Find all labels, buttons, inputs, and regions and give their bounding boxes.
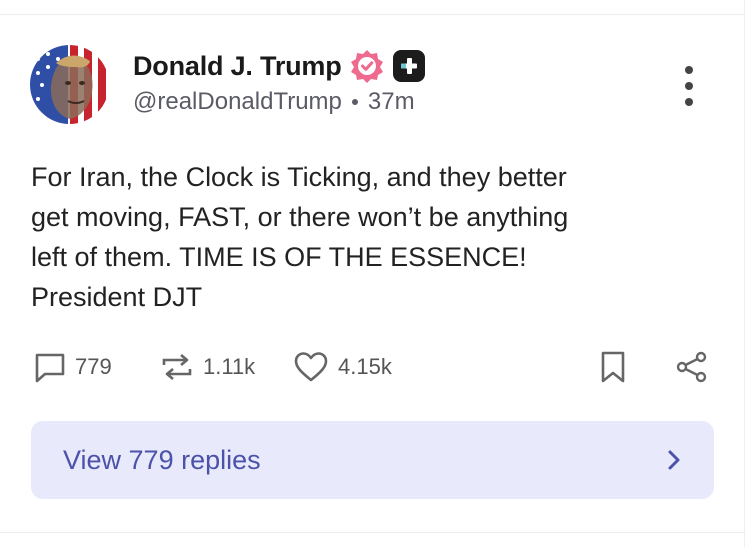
share-button[interactable] [675, 345, 709, 389]
author-name[interactable]: Donald J. Trump [133, 51, 342, 82]
share-icon [676, 351, 707, 383]
plus-badge-icon [392, 49, 426, 83]
author-handle[interactable]: @realDonaldTrump [133, 88, 342, 116]
more-dot [685, 82, 693, 90]
verified-icon [350, 49, 384, 83]
bottom-divider [0, 532, 745, 533]
avatar[interactable] [30, 45, 109, 124]
reply-count: 779 [75, 354, 112, 379]
author-row: Donald J. Trump [133, 48, 426, 84]
like-button[interactable]: 4.15k [293, 345, 392, 389]
view-replies-button[interactable]: View 779 replies [31, 421, 714, 499]
chevron-right-icon [668, 450, 680, 470]
repost-count: 1.11k [203, 354, 256, 379]
post-timestamp[interactable]: 37m [368, 88, 415, 116]
action-bar: 779 1.11k 4.15k [0, 345, 745, 389]
repost-button[interactable]: 1.11k [160, 345, 255, 389]
repost-icon [162, 354, 192, 380]
comment-icon [35, 353, 65, 383]
handle-row: @realDonaldTrump 37m [133, 88, 415, 116]
view-replies-label: View 779 replies [63, 444, 261, 475]
avatar-image [30, 45, 109, 124]
more-dot [685, 66, 693, 74]
like-count: 4.15k [338, 354, 392, 379]
bookmark-icon [601, 351, 625, 383]
reply-button[interactable]: 779 [34, 345, 112, 389]
heart-icon [294, 352, 328, 382]
top-divider [0, 14, 745, 15]
post-text: For Iran, the Clock is Ticking, and they… [31, 162, 569, 312]
more-dot [685, 98, 693, 106]
separator-dot [351, 99, 358, 105]
more-icon[interactable] [680, 66, 698, 106]
bookmark-button[interactable] [599, 345, 627, 389]
